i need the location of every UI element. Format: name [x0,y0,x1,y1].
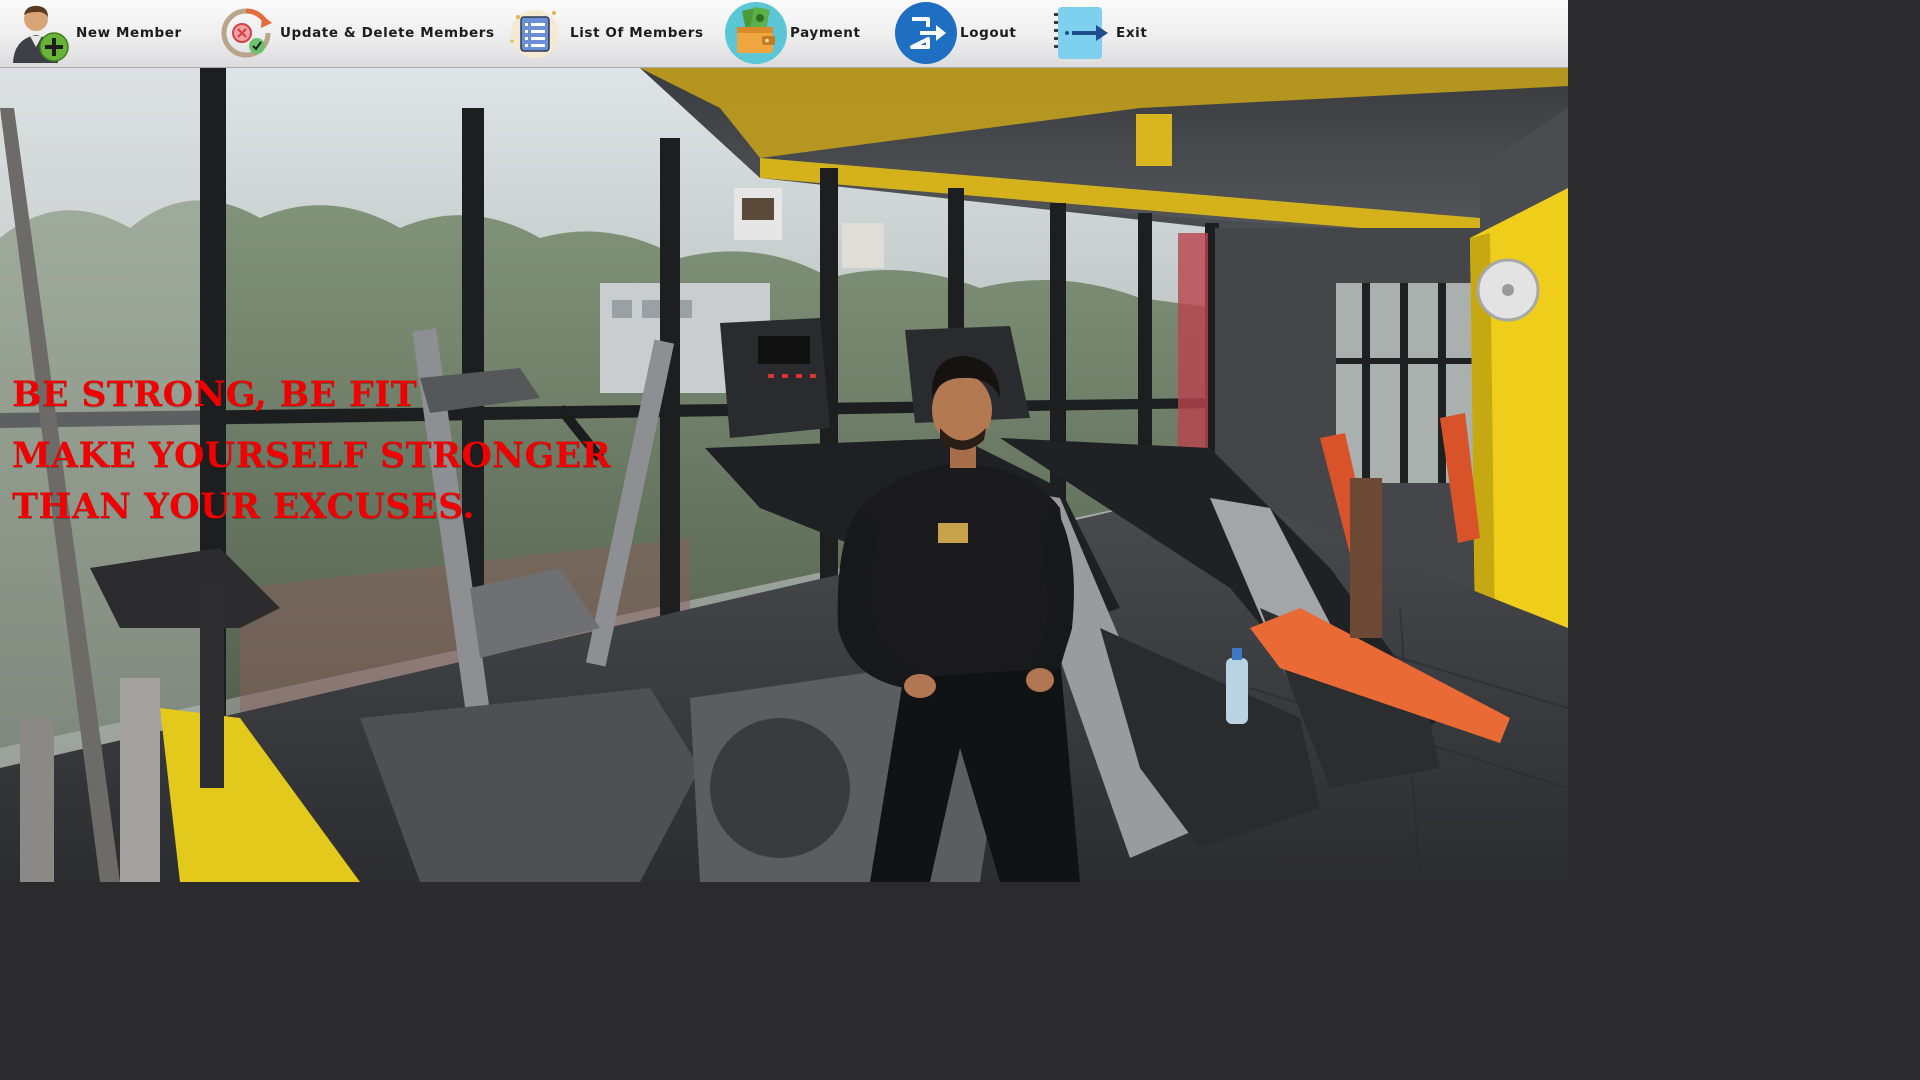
exit-button[interactable]: Exit [1050,0,1147,66]
quote-line-1: BE STRONG, BE FIT [12,374,418,415]
exit-icon [1054,7,1108,59]
logout-label: Logout [960,25,1017,41]
add-user-icon [13,5,69,63]
list-icon [510,10,559,58]
logout-button[interactable]: Logout [894,0,1016,66]
list-of-members-button[interactable]: List Of Members [504,0,704,66]
exit-label: Exit [1116,25,1148,41]
wallet-payment-icon [725,2,787,64]
update-delete-members-button[interactable]: Update & Delete Members [214,0,495,66]
payment-label: Payment [790,25,861,41]
new-member-button[interactable]: New Member [10,0,182,66]
payment-button[interactable]: Payment [724,0,861,66]
list-of-members-label: List Of Members [570,25,704,41]
main-toolbar: New Member Update & Delete Members List … [0,0,1568,68]
quote-line-3: THAN YOUR EXCUSES. [12,486,475,527]
update-delete-members-label: Update & Delete Members [280,25,495,41]
logout-icon [895,2,957,64]
quote-line-2: MAKE YOURSELF STRONGER [12,435,612,476]
new-member-label: New Member [76,25,182,41]
update-delete-icon [221,8,272,58]
